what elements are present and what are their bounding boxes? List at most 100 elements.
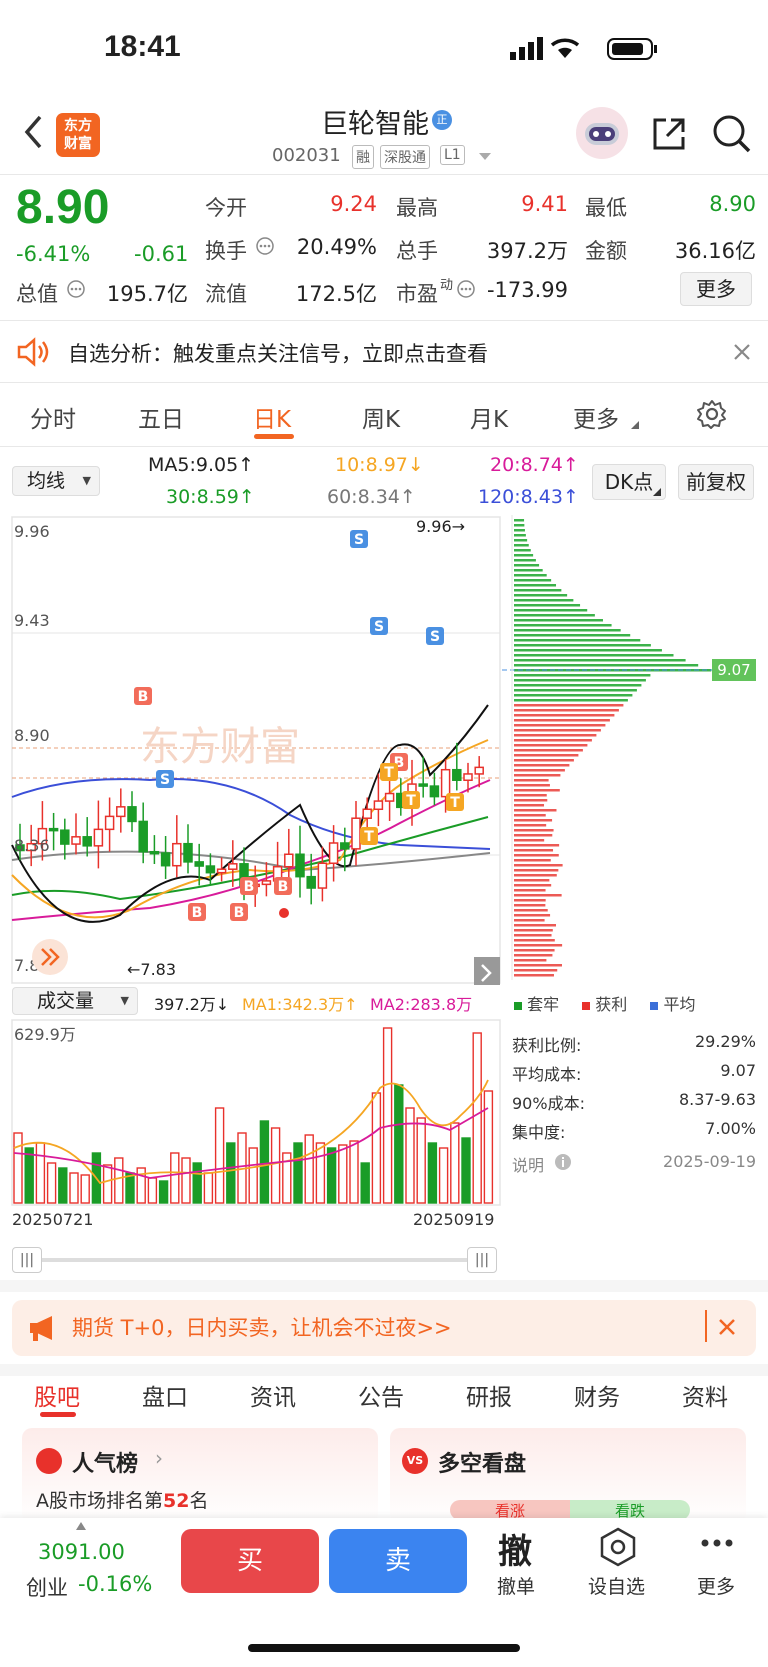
info-dots-icon[interactable] [66, 279, 86, 299]
candle [317, 862, 328, 889]
svg-text:S: S [160, 772, 170, 788]
tag-level: L1 [440, 145, 465, 165]
volume-selector[interactable]: 成交量 ▼ [12, 987, 138, 1015]
float-value: 172.5亿 [295, 282, 377, 306]
amount-value: 36.16亿 [674, 239, 756, 263]
info-dots-icon[interactable] [255, 236, 275, 256]
settings-icon[interactable] [696, 398, 728, 430]
back-icon[interactable] [22, 114, 46, 150]
volume-bar [102, 1164, 113, 1204]
candle [295, 853, 305, 878]
chip-bar [514, 949, 555, 952]
candle [149, 850, 160, 855]
cancel-icon[interactable]: 撤 [498, 1524, 532, 1573]
promo-text[interactable]: 期货 T+0，日内买卖，让机会不过夜>> [72, 1312, 452, 1342]
alert-text[interactable]: 自选分析：触发重点关注信号，立即点击查看 [68, 338, 488, 368]
robot-avatar-icon[interactable] [575, 106, 629, 160]
adjust-mode-button[interactable]: 前复权 [678, 464, 754, 500]
open-label: 今开 [205, 196, 247, 220]
tab-more[interactable]: 更多 [573, 400, 619, 434]
chip-bar [514, 714, 615, 717]
index-value[interactable]: 3091.00 [38, 1540, 125, 1564]
chip-bar [514, 819, 553, 822]
watch-label[interactable]: 设自选 [588, 1572, 645, 1599]
volume-bar [472, 1032, 482, 1204]
range-handle-right[interactable]: ||| [467, 1247, 497, 1273]
range-handle-left[interactable]: ||| [12, 1247, 42, 1273]
sell-button[interactable]: 卖 [329, 1529, 467, 1593]
add-watchlist-icon[interactable] [598, 1527, 638, 1567]
close-icon[interactable] [718, 1318, 736, 1336]
chip-bar [514, 724, 606, 727]
tab-timeshare[interactable]: 分时 [30, 400, 76, 434]
kline-chart[interactable]: 东方财富 B S B B B B S S S B T T T T 9.07 9.… [0, 515, 768, 985]
tab-research[interactable]: 研报 [466, 1378, 512, 1412]
more-icon[interactable] [700, 1538, 734, 1548]
candle [440, 768, 451, 798]
chip-date: 2025-09-19 [663, 1152, 756, 1171]
tab-orderbook[interactable]: 盘口 [142, 1378, 188, 1412]
chip-bar [514, 884, 552, 887]
info-icon[interactable] [554, 1153, 572, 1171]
chip-bar [514, 529, 525, 532]
more-label[interactable]: 更多 [697, 1572, 735, 1599]
chip-bar [514, 584, 557, 587]
volume-bar [394, 1084, 404, 1204]
tab-announcements[interactable]: 公告 [358, 1378, 404, 1412]
chip-bar [514, 914, 551, 917]
chip-bar [514, 944, 563, 947]
volume-ma2: MA2:283.8万 [370, 995, 473, 1014]
chip-bar [514, 704, 624, 707]
bull-bar[interactable]: 看涨 [450, 1500, 570, 1520]
volume-bar [181, 1157, 191, 1204]
volume-current: 397.2万↓ [154, 995, 230, 1014]
buy-button[interactable]: 买 [181, 1529, 319, 1593]
share-icon[interactable] [651, 116, 687, 152]
tab-finance[interactable]: 财务 [574, 1378, 620, 1412]
cancel-label[interactable]: 撤单 [497, 1572, 535, 1599]
chip-bar [514, 539, 528, 542]
volume-bar [170, 1152, 180, 1204]
chip-bar [514, 934, 552, 937]
chip-bar [514, 794, 547, 797]
ma10-value: 10:8.97↓ [335, 454, 424, 476]
candle [452, 768, 462, 781]
volume-bar [304, 1134, 314, 1204]
axis-4: 8.36 [14, 836, 50, 855]
candle [205, 865, 216, 874]
chip-bar [514, 649, 662, 652]
dropdown-icon[interactable] [478, 152, 492, 162]
chip-bar [514, 974, 554, 977]
chip-bar [514, 674, 651, 677]
volume-bar [371, 1092, 382, 1204]
ma-selector[interactable]: 均线 ▼ [12, 466, 100, 496]
volume-bar [259, 1120, 270, 1204]
more-quote-button[interactable]: 更多 [680, 272, 752, 306]
tab-forum[interactable]: 股吧 [34, 1378, 80, 1412]
tab-news[interactable]: 资讯 [250, 1378, 296, 1412]
candle [463, 773, 473, 781]
stock-code: 002031 [272, 145, 341, 166]
svg-text:T: T [364, 829, 374, 845]
tab-month-k[interactable]: 月K [470, 400, 508, 434]
close-icon[interactable] [733, 343, 751, 361]
volume-bar [24, 1147, 34, 1204]
search-icon[interactable] [712, 114, 752, 154]
candle [216, 868, 227, 874]
tab-week-k[interactable]: 周K [362, 400, 400, 434]
note-label[interactable]: 说明 [512, 1152, 544, 1176]
tab-day-k[interactable]: 日K [253, 400, 291, 434]
bear-bar[interactable]: 看跌 [570, 1500, 690, 1520]
tab-five-day[interactable]: 五日 [138, 400, 184, 434]
candle [82, 836, 92, 847]
info-dots-icon[interactable] [456, 279, 476, 299]
candle [384, 792, 395, 802]
app-logo[interactable]: 东方 财富 [56, 113, 100, 157]
chip-bar [514, 629, 621, 632]
mktcap-value: 195.7亿 [106, 282, 188, 306]
chip-bar [514, 869, 559, 872]
tab-profile[interactable]: 资料 [682, 1378, 728, 1412]
turnover-label: 换手 [205, 239, 247, 263]
svg-text:T: T [450, 795, 460, 811]
volume-chart[interactable]: 629.9万 [0, 1018, 505, 1208]
